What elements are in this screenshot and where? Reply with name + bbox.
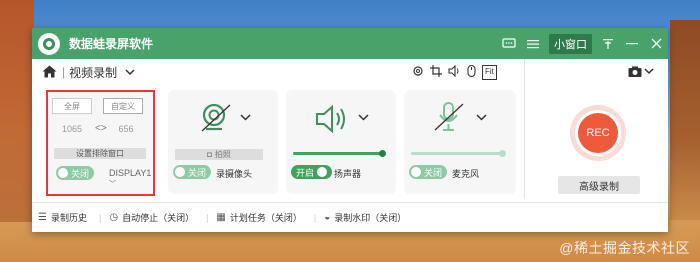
mic-toggle-label: 关闭 (424, 167, 443, 178)
fit-icon[interactable]: Fit (482, 65, 497, 80)
speaker-toggle-label: 开启 (296, 167, 315, 178)
drop-icon: ◒ (324, 212, 331, 223)
desktop-watermark: @稀土掘金技术社区 (559, 240, 690, 256)
mode-label[interactable]: 视频录制 (69, 64, 117, 81)
record-watermark-label: 录制水印（关闭） (334, 213, 407, 223)
chevron-down-icon[interactable] (125, 66, 135, 78)
calendar-icon: ▦ (216, 212, 226, 223)
take-photo-label: 拍照 (214, 150, 231, 159)
panel-divider (524, 59, 525, 199)
app-logo-icon (38, 32, 60, 55)
advanced-record-button[interactable]: 高级录制 (558, 176, 640, 194)
speaker-label: 扬声器 (334, 169, 362, 179)
camera-small-icon: ◘ (207, 150, 212, 159)
camera-toggle[interactable]: 关闭 (173, 165, 212, 179)
speaker-volume-handle[interactable] (379, 150, 386, 157)
app-window: 数据蛙录屏软件 小窗口 | 视频录制 Fit 全屏 自定义 1065 <> 65… (32, 28, 668, 232)
record-history-button[interactable]: ☰ 录制历史 (38, 211, 87, 224)
list-icon: ☰ (38, 212, 47, 223)
speaker-volume-slider[interactable] (293, 152, 381, 155)
minimize-icon[interactable] (620, 34, 644, 54)
feedback-icon[interactable] (497, 34, 521, 54)
speaker-chevron-down-icon[interactable] (358, 110, 369, 124)
speaker-icon[interactable] (448, 64, 461, 80)
mic-card: 关闭 麦克风 (404, 90, 516, 194)
home-icon[interactable] (42, 65, 58, 79)
speaker-large-icon[interactable] (314, 104, 350, 139)
clock-icon: ◷ (109, 212, 119, 223)
camera-card: ◘ 拍照 关闭 录摄像头 (168, 90, 278, 194)
menu-icon[interactable] (521, 34, 545, 54)
camera-chevron-down-icon[interactable] (240, 110, 251, 124)
pin-icon[interactable] (596, 34, 620, 54)
close-icon[interactable] (644, 34, 668, 54)
toolbar-separator: | (62, 65, 66, 79)
speaker-card: 开启 扬声器 (286, 90, 396, 194)
mic-toggle[interactable]: 关闭 (409, 165, 448, 179)
rec-button[interactable]: REC (570, 105, 626, 161)
status-separator: | (206, 212, 209, 223)
app-title: 数据蛙录屏软件 (69, 37, 154, 51)
mic-off-icon[interactable] (432, 100, 466, 139)
mini-window-button[interactable]: 小窗口 (549, 33, 592, 54)
screenshot-camera-icon[interactable] (628, 66, 654, 80)
mic-volume-handle[interactable] (499, 150, 506, 157)
mode-toolbar: | 视频录制 Fit (32, 59, 668, 85)
auto-stop-button[interactable]: ◷ 自动停止（关闭） (109, 211, 194, 224)
take-photo-button[interactable]: ◘ 拍照 (175, 149, 263, 160)
record-history-label: 录制历史 (50, 213, 87, 223)
speaker-toggle[interactable]: 开启 (291, 165, 333, 179)
camera-toggle-label: 关闭 (188, 167, 207, 178)
auto-stop-label: 自动停止（关闭） (122, 213, 195, 223)
crop-icon[interactable] (430, 65, 442, 80)
status-separator: | (98, 212, 102, 223)
status-separator: | (313, 212, 317, 223)
desktop-background-right (670, 20, 700, 220)
webcam-off-icon[interactable] (198, 102, 234, 139)
record-watermark-button[interactable]: ◒ 录制水印（关闭） (324, 211, 406, 224)
settings-icon[interactable] (412, 65, 424, 80)
mouse-icon[interactable] (467, 64, 476, 80)
status-bar: ☰ 录制历史 | ◷ 自动停止（关闭） | ▦ 计划任务（关闭） | ◒ 录制水… (32, 202, 668, 232)
schedule-task-label: 计划任务（关闭） (229, 213, 302, 223)
schedule-task-button[interactable]: ▦ 计划任务（关闭） (216, 211, 301, 224)
mic-label: 麦克风 (452, 169, 480, 179)
title-bar: 数据蛙录屏软件 小窗口 (32, 28, 668, 59)
mic-volume-slider[interactable] (411, 152, 501, 155)
rec-button-label: REC (578, 113, 618, 153)
camera-label: 录摄像头 (216, 169, 253, 179)
screen-panel-highlight (46, 90, 155, 196)
mic-chevron-down-icon[interactable] (476, 110, 487, 124)
